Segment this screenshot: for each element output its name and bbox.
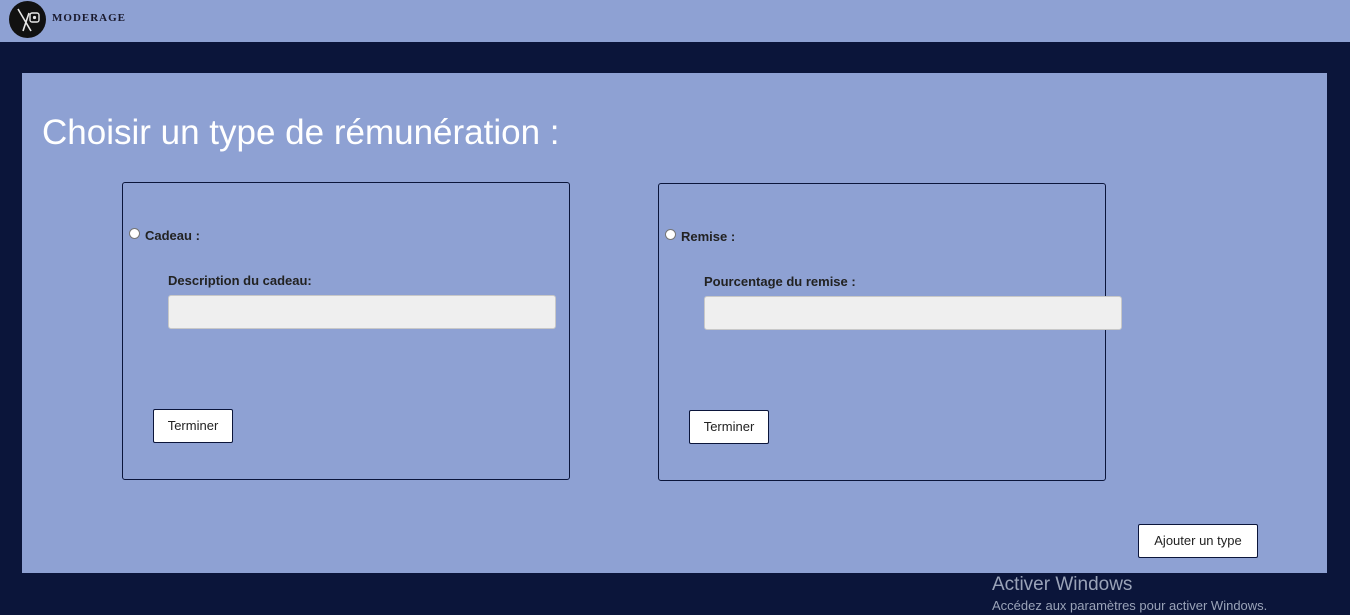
gift-description-input[interactable]: [168, 295, 556, 329]
watermark-title: Activer Windows: [992, 574, 1133, 595]
discount-percentage-input[interactable]: [704, 296, 1122, 330]
gift-description-label: Description du cadeau:: [168, 273, 312, 288]
cadeau-terminer-button[interactable]: Terminer: [153, 409, 233, 443]
watermark-subtitle: Accédez aux paramètres pour activer Wind…: [992, 598, 1268, 613]
cadeau-radio-label[interactable]: Cadeau :: [145, 228, 200, 243]
moderage-logo-icon[interactable]: [9, 1, 46, 38]
remise-radio[interactable]: [665, 229, 676, 240]
brand-name: MODERAGE: [52, 12, 126, 24]
remise-radio-label[interactable]: Remise :: [681, 229, 735, 244]
windows-activation-watermark: Activer Windows Accédez aux paramètres p…: [992, 573, 1267, 615]
main-panel: Choisir un type de rémunération : Cadeau…: [22, 73, 1327, 573]
add-type-button[interactable]: Ajouter un type: [1138, 524, 1258, 558]
page-title: Choisir un type de rémunération :: [42, 113, 560, 152]
top-bar: MODERAGE: [0, 0, 1350, 42]
cadeau-radio[interactable]: [129, 228, 140, 239]
cadeau-option-card: Cadeau : Description du cadeau: Terminer: [122, 182, 570, 480]
remise-option-card: Remise : Pourcentage du remise : Termine…: [658, 183, 1122, 481]
discount-percentage-label: Pourcentage du remise :: [704, 274, 856, 289]
remise-terminer-button[interactable]: Terminer: [689, 410, 769, 444]
